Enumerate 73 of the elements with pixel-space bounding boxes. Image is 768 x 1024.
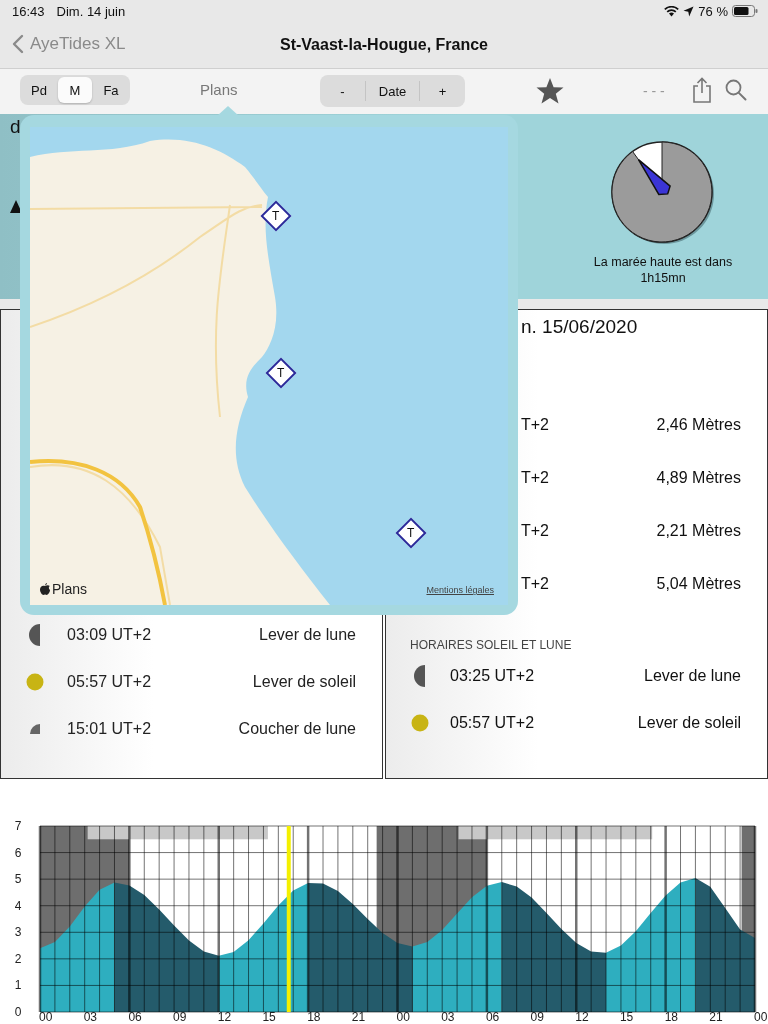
chevron-left-icon: [12, 34, 24, 54]
battery-percentage: 76 %: [698, 3, 728, 19]
event-label: Lever de soleil: [637, 713, 741, 732]
x-axis-label: 21: [709, 1010, 723, 1023]
event-label: Lever de soleil: [252, 672, 356, 691]
section-heading: HORAIRES SOLEIL ET LUNE: [410, 638, 573, 652]
y-axis-label: 7: [14, 819, 22, 833]
status-time: 16:43: [12, 3, 45, 19]
map-view[interactable]: T T T Plans Mentions légales: [30, 127, 508, 605]
x-axis-label: 09: [173, 1010, 187, 1023]
tide-time: T+2: [521, 468, 549, 487]
tide-height: 2,46 Mètres: [656, 415, 741, 434]
event-time: 15:01 UT+2: [67, 719, 152, 738]
event-time: 03:09 UT+2: [67, 625, 152, 644]
event-label: Lever de lune: [644, 666, 741, 685]
event-label: Lever de lune: [259, 625, 356, 644]
y-axis-label: 6: [14, 845, 22, 860]
segment-tab[interactable]: Pd: [22, 77, 56, 103]
y-axis-label: 3: [14, 925, 22, 940]
x-axis-label: 15: [619, 1010, 634, 1023]
tide-time: T+2: [521, 521, 549, 540]
x-axis-label: 12: [217, 1010, 232, 1023]
search-icon[interactable]: [725, 79, 747, 101]
segment-tab[interactable]: Fa: [94, 77, 128, 103]
tide-time: T+2: [521, 574, 549, 593]
x-axis-label: 09: [530, 1010, 544, 1023]
segment-tab[interactable]: M: [58, 77, 92, 103]
sun-icon: [410, 713, 430, 732]
share-icon[interactable]: [691, 77, 713, 103]
partial-text: d: [10, 116, 21, 138]
tide-clock-icon: [610, 140, 716, 246]
date-button[interactable]: Date: [364, 81, 421, 101]
y-axis-label: 1: [14, 978, 22, 993]
status-date: Dim. 14 juin: [56, 3, 126, 19]
x-axis-label: 03: [441, 1010, 455, 1023]
previous-date-button[interactable]: -: [320, 81, 365, 101]
star-icon[interactable]: [535, 77, 565, 105]
x-axis-label: 18: [307, 1010, 321, 1023]
x-axis-label: 12: [575, 1010, 589, 1023]
x-axis-label: 06: [485, 1010, 500, 1023]
x-axis-label: 00: [754, 1010, 768, 1023]
x-axis-label: 00: [39, 1010, 53, 1023]
y-axis-label: 5: [14, 872, 22, 887]
x-axis-label: 00: [396, 1010, 410, 1023]
tide-height: 2,21 Mètres: [656, 521, 741, 540]
maps-button[interactable]: Plans: [200, 81, 238, 98]
location-arrow-icon: [683, 5, 695, 17]
logo-icon: [40, 583, 50, 595]
sun-icon: [25, 672, 45, 691]
battery-icon: [732, 5, 758, 17]
event-time: 03:25 UT+2: [450, 666, 535, 685]
legal-notice-link[interactable]: Mentions légales: [426, 585, 494, 595]
tide-height: 4,89 Mètres: [656, 468, 741, 487]
x-axis-label: 21: [351, 1010, 366, 1023]
maps-logo: Plans: [40, 581, 88, 597]
next-date-button[interactable]: +: [420, 81, 465, 101]
x-axis-label: 18: [664, 1010, 678, 1023]
event-time: 05:57 UT+2: [450, 713, 535, 732]
x-axis-label: 15: [262, 1010, 276, 1023]
event-label: Coucher de lune: [238, 719, 356, 738]
next-high-tide-text: La marée haute est dans 1h15mn: [593, 254, 733, 287]
y-axis-label: 2: [14, 951, 22, 966]
y-axis-label: 0: [14, 1005, 22, 1019]
event-time: 05:57 UT+2: [67, 672, 152, 691]
date-heading: n. 15/06/2020: [521, 316, 639, 338]
x-axis-label: 06: [128, 1010, 142, 1023]
tide-height: 5,04 Mètres: [656, 574, 741, 593]
wifi-icon: [664, 5, 680, 17]
empty-value-text: - - -: [643, 83, 665, 99]
y-axis-label: 4: [14, 898, 22, 913]
tide-time: T+2: [521, 415, 549, 434]
screen-title: St-Vaast-la-Hougue, France: [279, 36, 488, 54]
x-axis-label: 03: [83, 1010, 98, 1023]
